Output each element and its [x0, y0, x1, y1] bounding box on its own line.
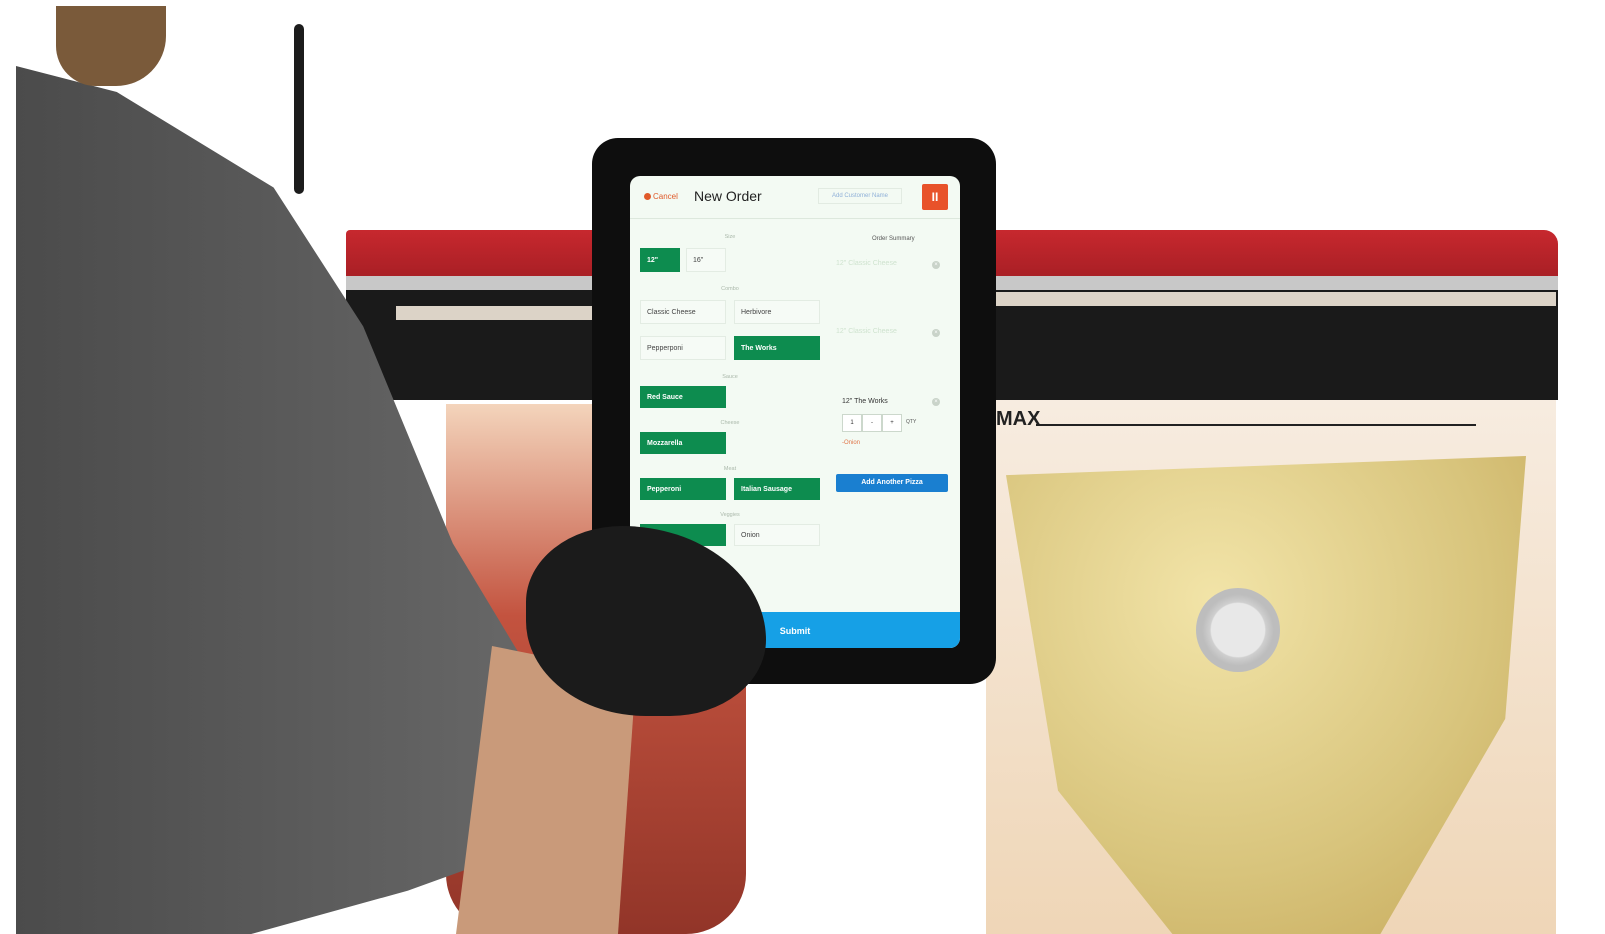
- section-combo-label: Combo: [721, 286, 739, 292]
- light-strip-right: [996, 292, 1556, 306]
- section-veggies-label: Veggies: [720, 512, 740, 518]
- summary-item-name: 12" The Works: [842, 398, 888, 405]
- meat-option-pepperoni[interactable]: Pepperoni: [640, 478, 726, 500]
- quantity-plus-button[interactable]: +: [882, 414, 902, 432]
- summary-item-faded: 12" Classic Cheese: [836, 260, 897, 267]
- customer-name-input[interactable]: Add Customer Name: [818, 188, 902, 204]
- cheese-option-mozzarella[interactable]: Mozzarella: [640, 432, 726, 454]
- add-another-pizza-button[interactable]: Add Another Pizza: [836, 474, 948, 492]
- veggie-option-onion[interactable]: Onion: [734, 524, 820, 546]
- cancel-icon: [644, 193, 651, 200]
- combo-option-classic-cheese[interactable]: Classic Cheese: [640, 300, 726, 324]
- page-title: New Order: [694, 188, 762, 204]
- max-label: MAX: [996, 408, 1041, 430]
- summary-item-faded: 12" Classic Cheese: [836, 328, 897, 335]
- section-cheese-label: Cheese: [720, 420, 740, 426]
- cancel-label: Cancel: [653, 192, 678, 201]
- combo-option-herbivore[interactable]: Herbivore: [734, 300, 820, 324]
- section-sauce-label: Sauce: [722, 374, 738, 380]
- max-fill-line: [1036, 424, 1476, 426]
- pause-button[interactable]: II: [922, 184, 948, 210]
- quantity-minus-button[interactable]: -: [862, 414, 882, 432]
- section-meat-label: Meat: [723, 466, 737, 472]
- photo-scene: MAX Cancel New Order Add Customer Name I…: [16, 6, 1558, 934]
- antenna: [294, 24, 304, 194]
- combo-option-the-works[interactable]: The Works: [734, 336, 820, 360]
- dispense-port: [1196, 588, 1280, 672]
- remove-item-icon[interactable]: ×: [932, 398, 940, 406]
- size-option-12[interactable]: 12": [640, 248, 680, 272]
- order-summary-heading: Order Summary: [872, 236, 915, 242]
- remove-item-icon[interactable]: ×: [932, 261, 940, 269]
- combo-option-pepperponi[interactable]: Pepperponi: [640, 336, 726, 360]
- quantity-value[interactable]: 1: [842, 414, 862, 432]
- remove-item-icon[interactable]: ×: [932, 329, 940, 337]
- person-beard: [56, 6, 166, 86]
- size-option-16[interactable]: 16": [686, 248, 726, 272]
- meat-option-italian-sausage[interactable]: Italian Sausage: [734, 478, 820, 500]
- sauce-option-red[interactable]: Red Sauce: [640, 386, 726, 408]
- quantity-label: QTY: [906, 419, 917, 425]
- section-size-label: Size: [724, 234, 736, 240]
- cancel-button[interactable]: Cancel: [644, 192, 678, 201]
- item-modifier: -Onion: [842, 440, 861, 446]
- pause-icon: II: [931, 190, 939, 204]
- order-header: Cancel New Order Add Customer Name II: [630, 176, 960, 219]
